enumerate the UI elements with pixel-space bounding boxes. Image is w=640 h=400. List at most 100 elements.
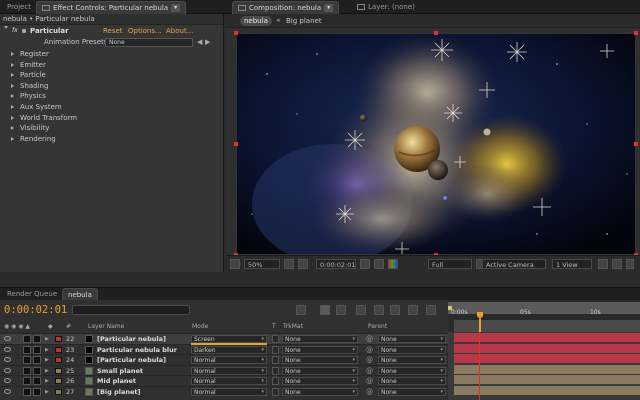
preserve-transparency-toggle[interactable] xyxy=(272,335,279,343)
live-update-icon[interactable] xyxy=(320,305,330,315)
lock-toggle[interactable] xyxy=(33,345,41,354)
hide-shy-layers-icon[interactable] xyxy=(356,305,366,315)
expand-triangle-icon[interactable]: ▶ xyxy=(45,376,49,386)
effect-group-row[interactable]: Visibility xyxy=(0,123,224,133)
solo-toggle[interactable] xyxy=(23,388,31,396)
layer-duration-bar[interactable] xyxy=(454,375,640,385)
eye-icon[interactable] xyxy=(4,336,11,341)
layer-name[interactable]: [Particular nebula] xyxy=(97,334,166,344)
label-color-swatch[interactable] xyxy=(55,389,62,395)
safe-zones-icon[interactable] xyxy=(284,259,294,269)
expand-triangle-icon[interactable]: ▶ xyxy=(45,387,49,397)
expand-triangle-icon[interactable] xyxy=(11,115,14,120)
layer-name[interactable]: [Particular nebula] xyxy=(97,355,166,365)
view-layout-select[interactable]: 1 View xyxy=(552,259,592,269)
timeline-search-input[interactable] xyxy=(72,305,190,315)
layer-duration-bar[interactable] xyxy=(454,343,640,353)
solo-toggle[interactable] xyxy=(23,335,31,343)
tab-project[interactable]: Project xyxy=(2,1,36,14)
column-layer-name-header[interactable]: Layer Name xyxy=(88,322,124,332)
layer-duration-bar[interactable] xyxy=(454,333,640,342)
eye-icon[interactable] xyxy=(4,346,11,352)
tab-composition[interactable]: Composition: nebula ▾ xyxy=(232,1,340,14)
effect-group-row[interactable]: Register xyxy=(0,49,224,59)
preserve-transparency-toggle[interactable] xyxy=(272,366,279,375)
expand-triangle-icon[interactable] xyxy=(4,26,8,29)
breadcrumb-big-planet[interactable]: Big planet xyxy=(282,16,326,26)
current-time-field[interactable]: 0:00:02:01 xyxy=(316,259,356,269)
time-navigator[interactable] xyxy=(454,320,640,332)
bounds-handle[interactable] xyxy=(634,31,638,35)
reset-link[interactable]: Reset xyxy=(103,26,123,36)
effect-group-row[interactable]: Shading xyxy=(0,81,224,91)
layer-row[interactable]: ▶ 22 [Particular nebula] Screen None @ None xyxy=(0,333,448,344)
resolution-select[interactable]: Full xyxy=(428,259,472,269)
expand-triangle-icon[interactable] xyxy=(11,62,14,67)
parent-select[interactable]: None xyxy=(378,366,446,375)
timeline-current-time[interactable]: 0:00:02:01 xyxy=(4,304,67,316)
solo-toggle[interactable] xyxy=(23,377,31,386)
expand-triangle-icon[interactable] xyxy=(11,136,14,141)
expand-triangle-icon[interactable] xyxy=(11,52,14,56)
preserve-transparency-toggle[interactable] xyxy=(272,356,279,365)
chevron-down-icon[interactable]: ▾ xyxy=(171,4,181,12)
lock-toggle[interactable] xyxy=(33,377,41,386)
prev-preset-icon[interactable]: ◀ xyxy=(197,37,202,47)
breadcrumb-nebula[interactable]: nebula xyxy=(240,16,272,26)
layer-name[interactable]: Small planet xyxy=(97,366,143,376)
always-preview-icon[interactable] xyxy=(230,259,240,269)
solo-toggle[interactable] xyxy=(23,356,31,365)
composition-viewer[interactable] xyxy=(236,33,636,255)
label-color-swatch[interactable] xyxy=(55,367,62,374)
effect-group-row[interactable]: Aux System xyxy=(0,102,224,112)
frame-blending-icon[interactable] xyxy=(374,305,384,315)
label-color-swatch[interactable] xyxy=(55,378,62,385)
animation-presets-select[interactable]: None xyxy=(105,38,193,47)
bounds-handle[interactable] xyxy=(234,142,238,146)
expand-triangle-icon[interactable] xyxy=(11,94,14,99)
layer-name[interactable]: Particular nebula blur xyxy=(97,345,177,355)
expand-triangle-icon[interactable]: ▶ xyxy=(45,355,49,365)
expand-triangle-icon[interactable]: ▶ xyxy=(45,366,49,376)
tab-layer[interactable]: Layer: (none) xyxy=(352,1,420,14)
chevron-down-icon[interactable]: ▾ xyxy=(324,4,334,12)
lock-toggle[interactable] xyxy=(33,388,41,396)
about-link[interactable]: About... xyxy=(166,26,193,36)
options-link[interactable]: Options... xyxy=(128,26,162,36)
label-color-swatch[interactable] xyxy=(55,346,62,353)
camera-view-select[interactable]: Active Camera xyxy=(482,259,546,269)
track-matte-select[interactable]: None xyxy=(282,345,358,354)
preserve-transparency-toggle[interactable] xyxy=(272,345,279,354)
track-matte-select[interactable]: None xyxy=(282,335,358,343)
track-matte-select[interactable]: None xyxy=(282,377,358,386)
layer-duration-bar[interactable] xyxy=(454,386,640,395)
brainstorm-icon[interactable] xyxy=(426,305,436,315)
mask-visibility-icon[interactable] xyxy=(298,259,308,269)
expand-triangle-icon[interactable] xyxy=(11,73,14,78)
time-ruler[interactable]: 0:00s 05s 10s xyxy=(448,300,640,332)
pick-whip-icon[interactable]: @ xyxy=(366,387,373,397)
expand-triangle-icon[interactable] xyxy=(11,83,14,88)
bounds-handle[interactable] xyxy=(234,31,238,35)
pick-whip-icon[interactable]: @ xyxy=(366,345,373,355)
color-channel-icon[interactable] xyxy=(388,259,398,269)
parent-select[interactable]: None xyxy=(378,335,446,343)
lock-toggle[interactable] xyxy=(33,366,41,375)
layer-row[interactable]: ▶ 23 Particular nebula blur Darken None @ None xyxy=(0,343,448,355)
playhead-icon[interactable] xyxy=(477,312,483,319)
motion-blur-icon[interactable] xyxy=(390,305,400,315)
lock-toggle[interactable] xyxy=(33,335,41,343)
effect-group-row[interactable]: Rendering xyxy=(0,134,224,144)
magnification-select[interactable]: 50% xyxy=(244,259,280,269)
blend-mode-select[interactable]: Normal xyxy=(191,388,267,396)
pick-whip-icon[interactable]: @ xyxy=(366,355,373,365)
track-matte-select[interactable]: None xyxy=(282,366,358,375)
parent-select[interactable]: None xyxy=(378,356,446,365)
current-time-indicator[interactable] xyxy=(479,332,480,400)
layer-duration-bar[interactable] xyxy=(454,364,640,374)
pick-whip-icon[interactable]: @ xyxy=(366,376,373,386)
eye-icon[interactable] xyxy=(4,378,11,384)
solo-toggle[interactable] xyxy=(23,345,31,354)
layer-row[interactable]: ▶ 25 Small planet Normal None @ None xyxy=(0,364,448,376)
parent-select[interactable]: None xyxy=(378,377,446,386)
